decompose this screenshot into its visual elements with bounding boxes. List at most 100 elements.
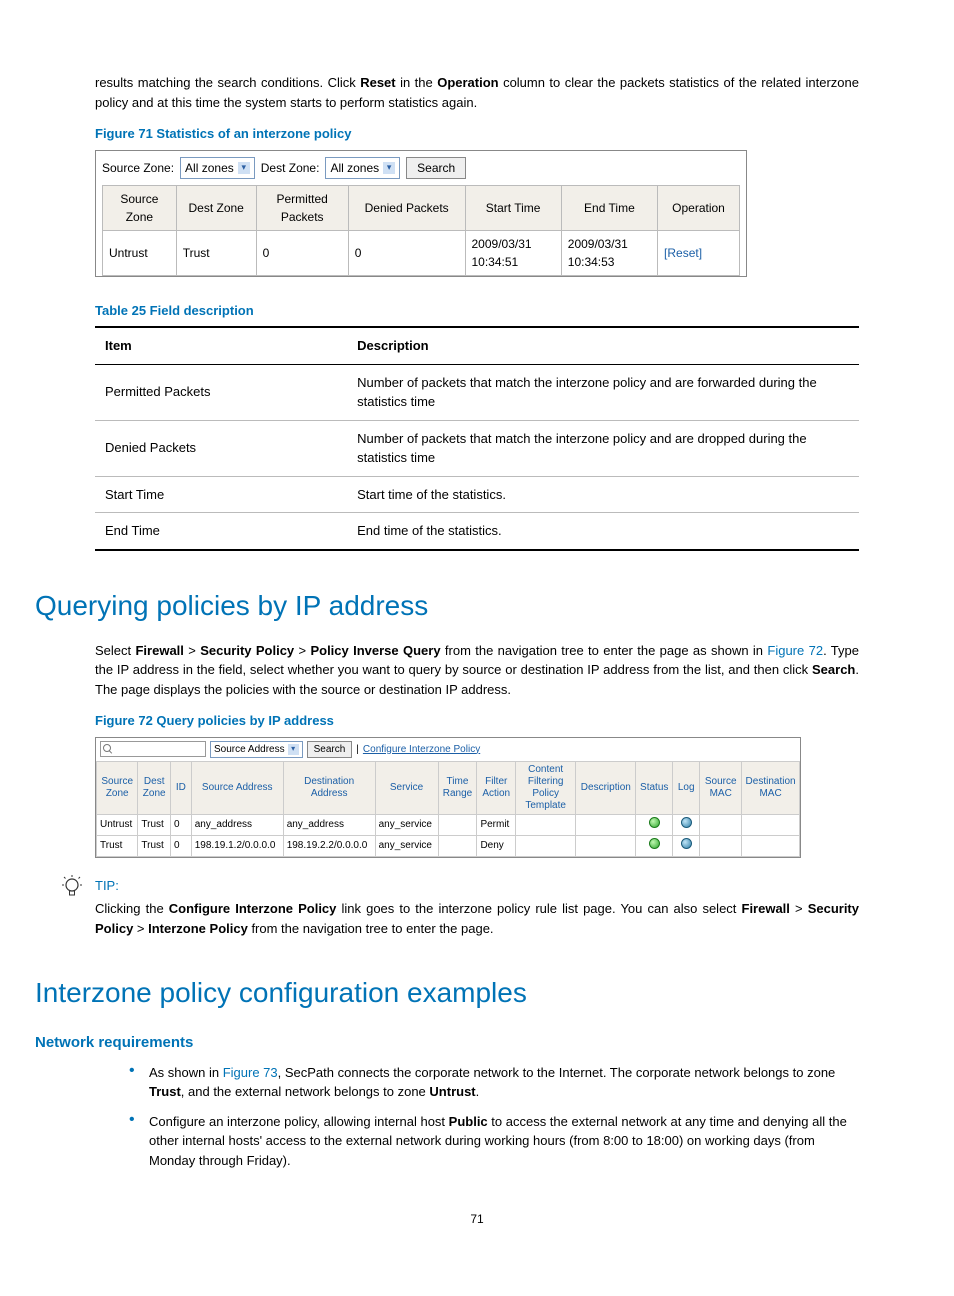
figure-72-ref[interactable]: Figure 72 [767,643,823,658]
search-word: Search [812,662,855,677]
requirements-list: As shown in Figure 73, SecPath connects … [129,1063,859,1171]
col-start-time: Start Time [465,185,561,230]
dest-zone-select[interactable]: All zones ▾ [325,157,400,179]
col-filter-action: Filter Action [477,761,516,814]
ip-address-input[interactable] [100,741,206,757]
cell: Trust [97,835,138,856]
cell: 198.19.2.2/0.0.0.0 [283,835,375,856]
figure-72: Source Address ▾ Search | Configure Inte… [95,737,801,858]
table-25-caption: Table 25 Field description [95,301,859,321]
chevron-down-icon: ▾ [288,744,299,755]
nav-security-policy: Security Policy [200,643,294,658]
cell: any_address [283,814,375,835]
list-item: Configure an interzone policy, allowing … [129,1112,859,1171]
cell [576,814,636,835]
cell-permitted: 0 [256,230,348,275]
search-icon [103,744,113,754]
cell: any_service [375,814,438,835]
text: , and the external network belongs to zo… [181,1084,430,1099]
text: results matching the search conditions. … [95,75,360,90]
text: Configure an interzone policy, allowing … [149,1114,449,1129]
cell: Trust [138,835,171,856]
heading-querying-policies: Querying policies by IP address [35,585,859,627]
cell: 198.19.1.2/0.0.0.0 [191,835,283,856]
cell-desc: Number of packets that match the interzo… [347,420,859,476]
cell: any_service [375,835,438,856]
table-row: Trust Trust 0 198.19.1.2/0.0.0.0 198.19.… [97,835,800,856]
table-25: Item Description Permitted PacketsNumber… [95,326,859,551]
heading-interzone-examples: Interzone policy configuration examples [35,972,859,1014]
col-time-range: Time Range [438,761,477,814]
figure-72-caption: Figure 72 Query policies by IP address [95,711,859,731]
tip-icon [61,874,83,908]
tip-label: TIP: [95,876,859,896]
source-zone-select[interactable]: All zones ▾ [180,157,255,179]
search-button[interactable]: Search [406,157,466,179]
cell-item: Denied Packets [95,420,347,476]
table-row: End TimeEnd time of the statistics. [95,513,859,550]
figure-71-table: Source Zone Dest Zone Permitted Packets … [102,185,740,276]
heading-network-requirements: Network requirements [35,1032,859,1055]
col-end-time: End Time [561,185,657,230]
figure-71-caption: Figure 71 Statistics of an interzone pol… [95,124,859,144]
address-type-select[interactable]: Source Address ▾ [210,741,303,758]
page-number: 71 [95,1210,859,1228]
operation-word: Operation [437,75,498,90]
select-value: Source Address [214,742,285,757]
cell-desc: Start time of the statistics. [347,476,859,513]
cell-start-time: 2009/03/31 10:34:51 [465,230,561,275]
cell [700,814,742,835]
col-dest-mac: Destination MAC [742,761,800,814]
chevron-down-icon: ▾ [383,162,395,174]
cell-operation: [Reset] [658,230,740,275]
figure-71-controls: Source Zone: All zones ▾ Dest Zone: All … [102,157,740,179]
cell [438,835,477,856]
cell-log [673,814,700,835]
cell [576,835,636,856]
col-content-filtering: Content Filtering Policy Template [516,761,576,814]
col-item: Item [95,327,347,364]
text: Clicking the [95,901,169,916]
cell [516,814,576,835]
text: link goes to the interzone policy rule l… [336,901,741,916]
cell [516,835,576,856]
col-id: ID [170,761,191,814]
col-dest-zone: Dest Zone [138,761,171,814]
tip-text: Clicking the Configure Interzone Policy … [95,899,859,938]
table-header-row: Source Zone Dest Zone ID Source Address … [97,761,800,814]
col-source-address: Source Address [191,761,283,814]
text: > [133,921,148,936]
figure-73-ref[interactable]: Figure 73 [223,1065,278,1080]
cell: 0 [170,835,191,856]
nav-firewall: Firewall [742,901,790,916]
text: from the navigation tree to enter the pa… [248,921,494,936]
col-description: Description [347,327,859,364]
cell-item: Start Time [95,476,347,513]
cell: any_address [191,814,283,835]
table-header-row: Item Description [95,327,859,364]
tip-content: TIP: Clicking the Configure Interzone Po… [95,876,859,939]
cell-desc: Number of packets that match the interzo… [347,364,859,420]
text: > [294,643,310,658]
col-permitted: Permitted Packets [256,185,348,230]
cell [742,835,800,856]
text: . [476,1084,480,1099]
table-row: Untrust Trust 0 0 2009/03/31 10:34:51 20… [103,230,740,275]
col-dest-address: Destination Address [283,761,375,814]
search-button[interactable]: Search [307,741,353,758]
figure-72-table: Source Zone Dest Zone ID Source Address … [96,761,800,857]
cell: Trust [138,814,171,835]
tip-block: TIP: Clicking the Configure Interzone Po… [95,876,859,939]
col-source-zone: Source Zone [97,761,138,814]
text: > [184,643,200,658]
text: > [790,901,808,916]
cell-item: Permitted Packets [95,364,347,420]
table-row: Untrust Trust 0 any_address any_address … [97,814,800,835]
list-item: As shown in Figure 73, SecPath connects … [129,1063,859,1102]
configure-interzone-policy-link[interactable]: Configure Interzone Policy [363,742,480,757]
chevron-down-icon: ▾ [238,162,250,174]
text: As shown in [149,1065,223,1080]
reset-link[interactable]: [Reset] [664,246,702,260]
table-row: Permitted PacketsNumber of packets that … [95,364,859,420]
zone-untrust: Untrust [429,1084,475,1099]
